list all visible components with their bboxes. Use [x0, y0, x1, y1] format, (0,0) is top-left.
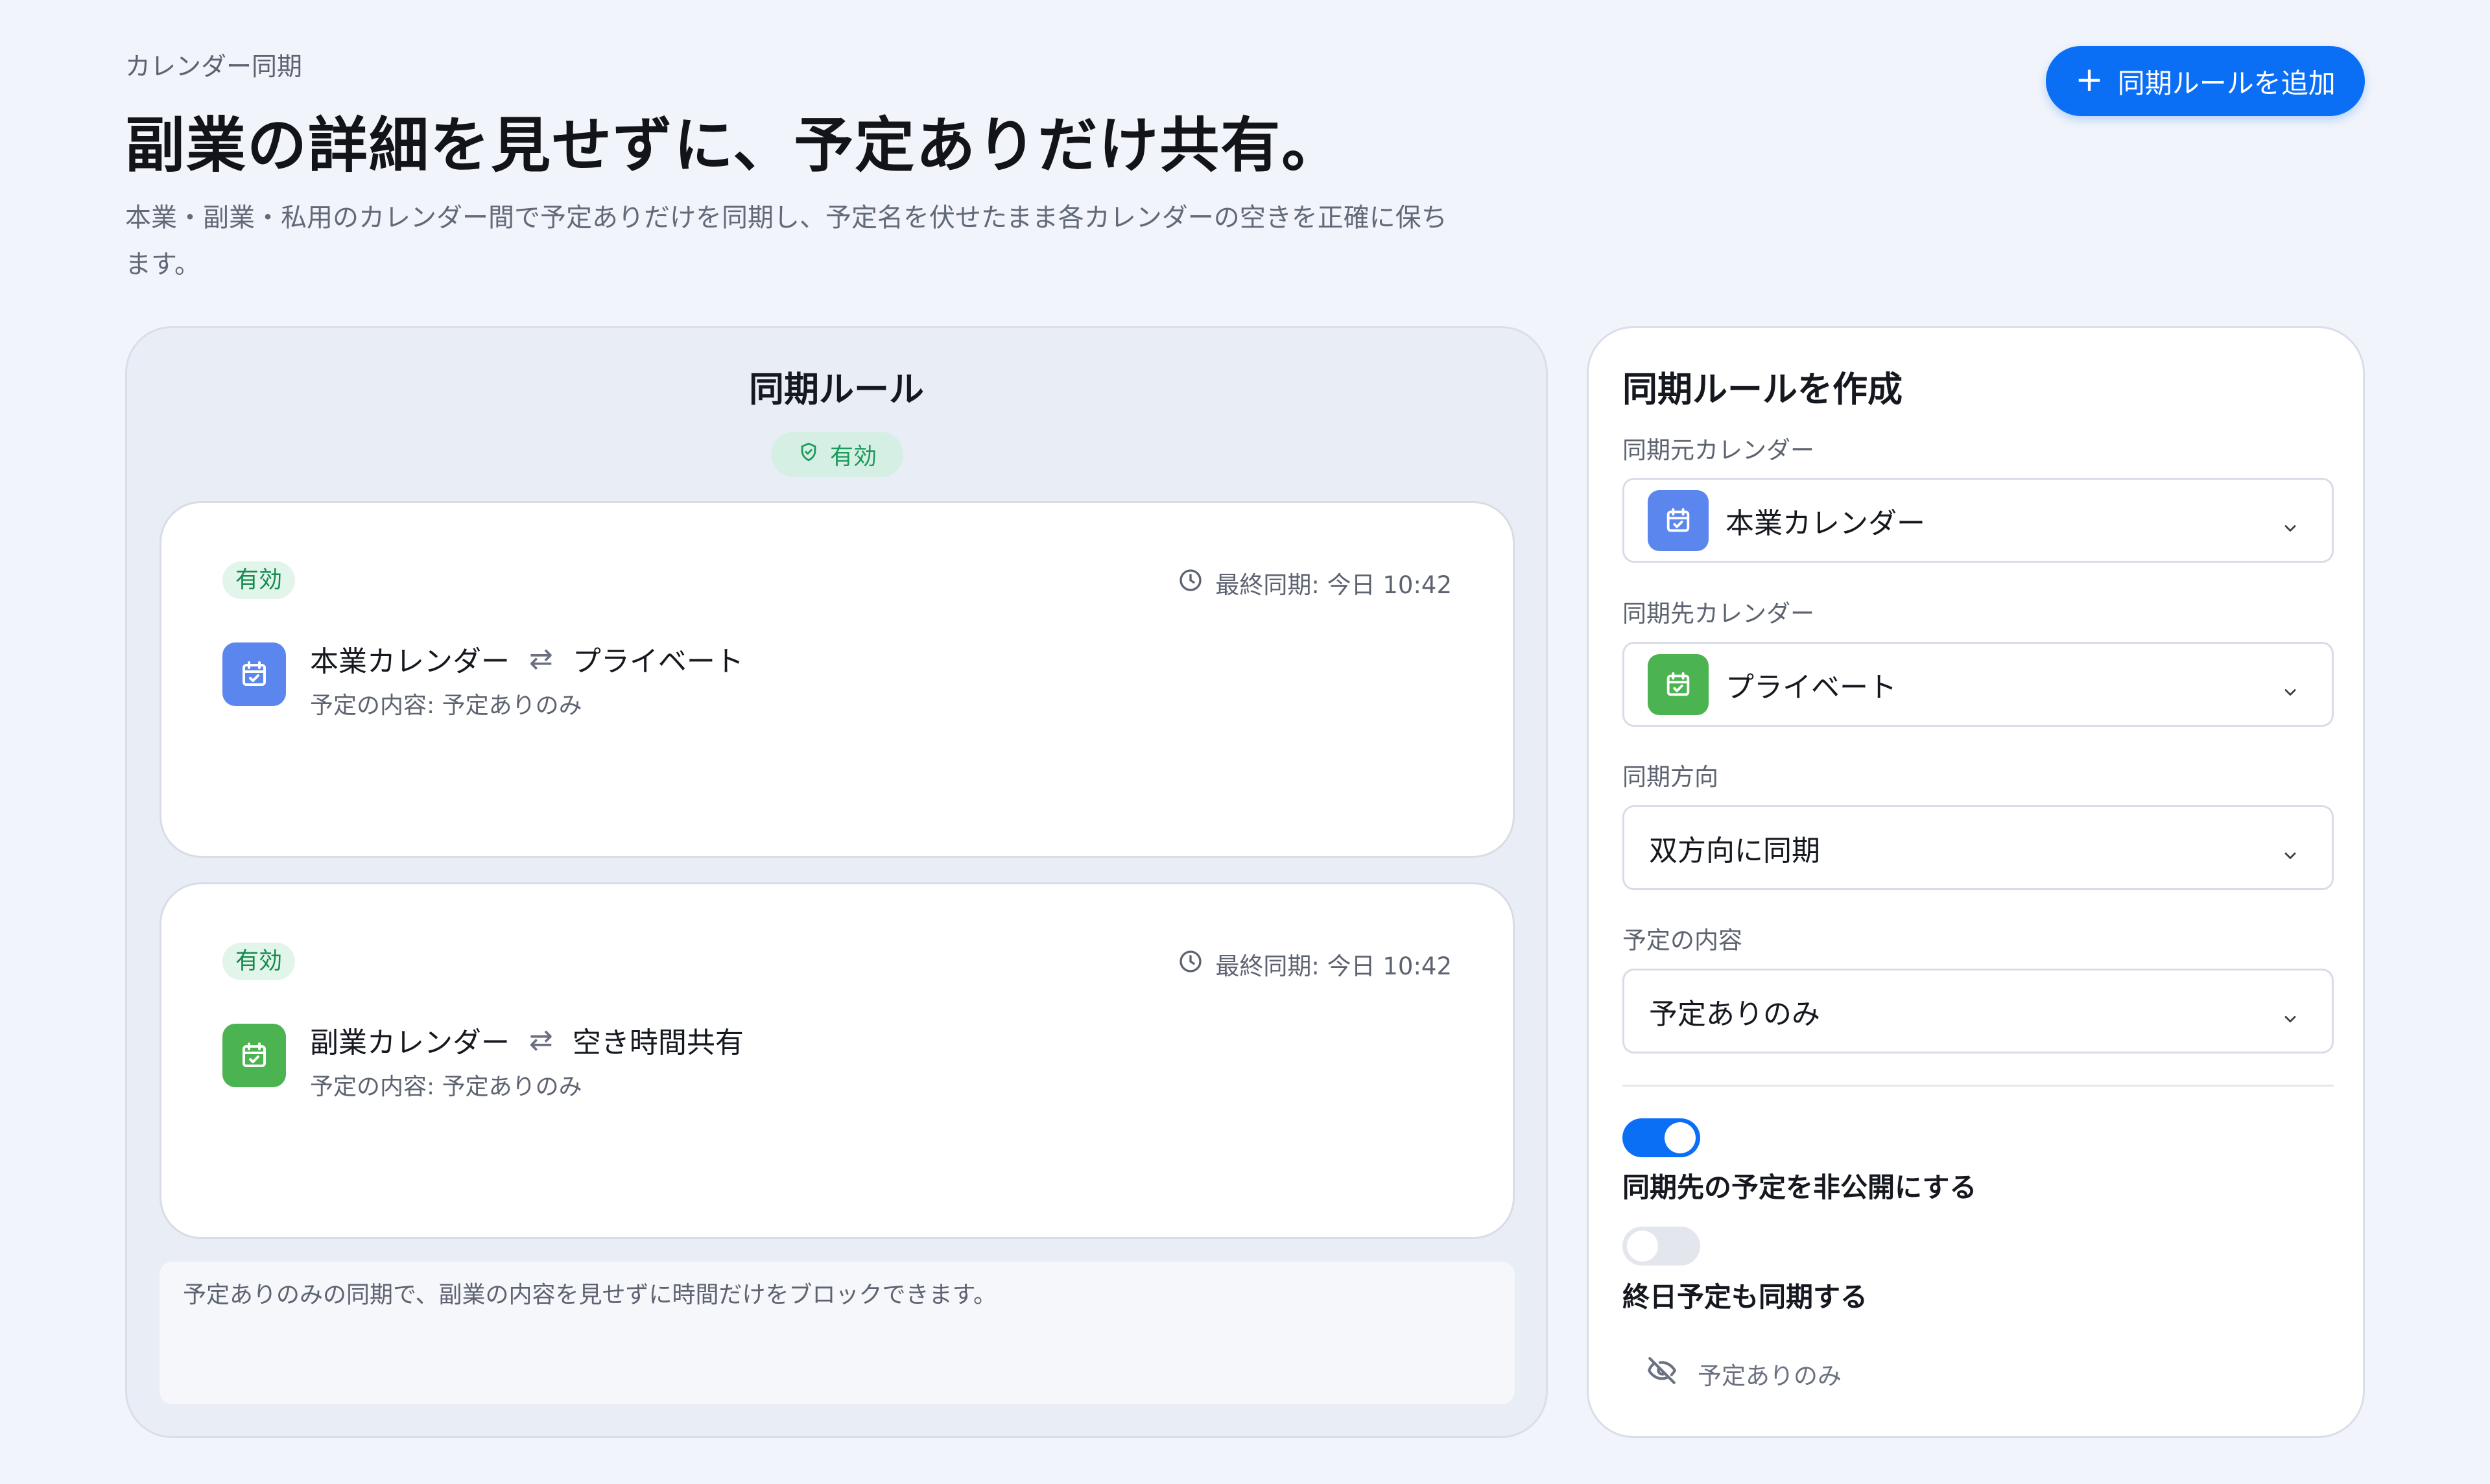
event-content-select[interactable]: 予定ありのみ: [1622, 969, 2334, 1054]
chevron-down-icon: [2280, 676, 2301, 709]
rules-status-pill: 有効: [771, 432, 903, 477]
rule-status-badge: 有効: [222, 943, 296, 980]
rules-status-label: 有効: [829, 443, 877, 470]
sync-rule-card[interactable]: 有効 最終同期: 今日 10:42 副業カレンダー ⇄ 空き時間共有 予定の内容…: [160, 882, 1515, 1239]
source-calendar-value: 本業カレンダー: [1725, 506, 1925, 540]
calendar-check-icon: [222, 1024, 286, 1087]
calendar-check-icon: [222, 642, 286, 706]
sync-rule-card[interactable]: 有効 最終同期: 今日 10:42 本業カレンダー ⇄ プライベート 予定の内容…: [160, 501, 1515, 858]
calendar-check-icon: [1648, 654, 1709, 715]
sync-rules-panel: 同期ルール 有効 有効 最終同期: 今日 10:42 本業カレンダー ⇄ プライ…: [125, 326, 1548, 1438]
source-calendar-select[interactable]: 本業カレンダー: [1622, 478, 2334, 563]
rule-content: 予定の内容: 予定ありのみ: [310, 692, 582, 719]
rules-panel-title: 同期ルール: [749, 369, 924, 410]
all-day-toggle[interactable]: [1622, 1227, 1700, 1266]
page-eyebrow: カレンダー同期: [125, 53, 303, 82]
plus-icon: +: [2075, 60, 2104, 99]
rule-route: 本業カレンダー ⇄ プライベート: [310, 638, 744, 679]
create-rule-form: 同期ルールを作成 同期元カレンダー 本業カレンダー 同期先カレンダー プライベー…: [1587, 326, 2365, 1438]
add-sync-rule-label: 同期ルールを追加: [2117, 67, 2336, 99]
private-toggle-label: 同期先の予定を非公開にする: [1622, 1172, 1977, 1203]
rule-source: 本業カレンダー: [310, 645, 510, 678]
calendar-check-icon: [1648, 489, 1709, 551]
page-title: 副業の詳細を見せずに、予定ありだけ共有。: [125, 111, 1343, 180]
visibility-preview-label: 予定ありのみ: [1698, 1361, 1842, 1390]
target-calendar-select[interactable]: プライベート: [1622, 642, 2334, 727]
form-title: 同期ルールを作成: [1622, 369, 1903, 410]
last-sync-info: 最終同期: 今日 10:42: [1178, 565, 1452, 600]
swap-arrows-icon: ⇄: [529, 1023, 553, 1057]
add-sync-rule-button[interactable]: + 同期ルールを追加: [2046, 46, 2365, 116]
event-content-label: 予定の内容: [1622, 926, 1742, 954]
target-calendar-value: プライベート: [1725, 670, 1897, 704]
clock-icon: [1178, 948, 1204, 980]
toggle-knob: [1665, 1122, 1696, 1153]
clock-icon: [1178, 567, 1204, 599]
rule-route: 副業カレンダー ⇄ 空き時間共有: [310, 1019, 744, 1061]
sync-direction-label: 同期方向: [1622, 763, 1718, 791]
rule-content: 予定の内容: 予定ありのみ: [310, 1074, 582, 1100]
chevron-down-icon: [2280, 839, 2301, 872]
rule-source: 副業カレンダー: [310, 1026, 510, 1059]
toggle-knob: [1627, 1231, 1658, 1262]
sync-direction-select[interactable]: 双方向に同期: [1622, 805, 2334, 890]
last-sync-text: 最終同期: 今日 10:42: [1215, 952, 1452, 980]
rule-status-badge: 有効: [222, 561, 296, 599]
calendar-sync-page: カレンダー同期 副業の詳細を見せずに、予定ありだけ共有。 本業・副業・私用のカレ…: [0, 0, 2490, 1484]
info-note: 予定ありのみの同期で、副業の内容を見せずに時間だけをブロックできます。: [160, 1262, 1515, 1404]
swap-arrows-icon: ⇄: [529, 642, 553, 676]
all-day-toggle-label: 終日予定も同期する: [1622, 1281, 1868, 1313]
chevron-down-icon: [2280, 1002, 2301, 1035]
shield-check-icon: [798, 441, 820, 469]
eye-off-icon: [1646, 1354, 1678, 1393]
chevron-down-icon: [2280, 512, 2301, 545]
page-description: 本業・副業・私用のカレンダー間で予定ありだけを同期し、予定名を伏せたまま各カレン…: [125, 203, 1447, 279]
target-calendar-label: 同期先カレンダー: [1622, 600, 1814, 628]
private-toggle[interactable]: [1622, 1118, 1700, 1157]
event-content-value: 予定ありのみ: [1649, 997, 1820, 1031]
visibility-preview: 予定ありのみ: [1646, 1354, 1842, 1393]
form-divider: [1622, 1085, 2334, 1087]
rule-target: 空き時間共有: [572, 1026, 744, 1059]
last-sync-text: 最終同期: 今日 10:42: [1215, 571, 1452, 599]
rule-target: プライベート: [572, 645, 744, 678]
last-sync-info: 最終同期: 今日 10:42: [1178, 947, 1452, 982]
sync-direction-value: 双方向に同期: [1649, 834, 1820, 867]
source-calendar-label: 同期元カレンダー: [1622, 436, 1814, 464]
